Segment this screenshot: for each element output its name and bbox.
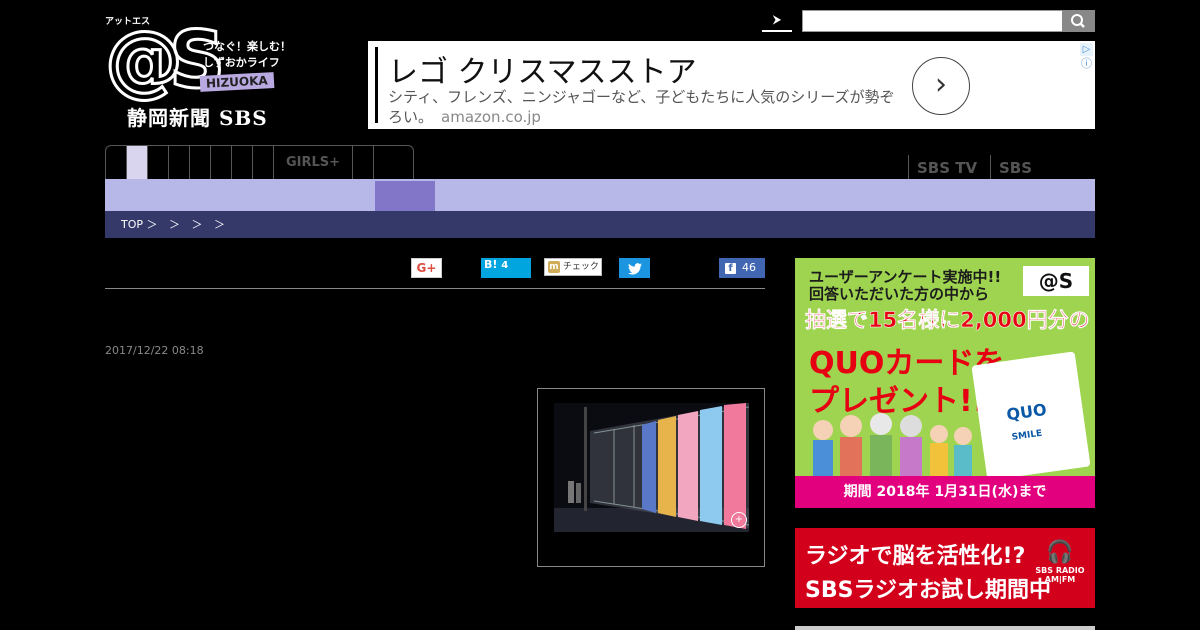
ad-banner[interactable]: レゴ クリスマスストア シティ、フレンズ、ニンジャゴーなど、子どもたちに人気のシ… [368, 41, 1095, 129]
radio-banner[interactable]: ラジオで脳を活性化!? SBSラジオお試し期間中 🎧 SBS RADIO AM|… [795, 528, 1095, 608]
breadcrumb-top[interactable]: TOP ＞ [121, 218, 158, 231]
facebook-count: 46 [742, 261, 756, 274]
photo-illustration [554, 403, 749, 532]
ad-info-icon[interactable]: ⓘ [1080, 57, 1093, 70]
tab-11[interactable] [374, 146, 413, 180]
tab-active[interactable] [127, 146, 148, 180]
breadcrumb-item[interactable]: ＞ [214, 218, 225, 231]
article-photo[interactable] [554, 403, 749, 532]
logo-tagline-1: つなぐ！楽しむ！ [203, 40, 291, 53]
hatena-bookmark-button[interactable]: B! 4 [481, 258, 531, 278]
breadcrumb-item[interactable]: ＞ [192, 218, 203, 231]
ad-domain[interactable]: amazon.co.jp [441, 108, 541, 126]
banner2-line1: ラジオで脳を活性化!? [805, 544, 1026, 569]
ad-description: シティ、フレンズ、ニンジャゴーなど、子どもたちに人気のシリーズが勢ぞろい。 ama… [388, 87, 908, 127]
sbs-radio-link[interactable]: SBS RADIO [990, 155, 1095, 203]
tab-4[interactable] [169, 146, 190, 180]
tab-6[interactable] [211, 146, 232, 180]
quo-card-brand: QUO [1005, 399, 1048, 425]
tab-1[interactable] [106, 146, 127, 180]
people-illustration [813, 413, 972, 478]
twitter-share-button[interactable] [619, 258, 650, 278]
ad-arrow-button[interactable]: › [912, 57, 970, 115]
banner1-footer: 期間 2018年 1月31日(水)まで [795, 476, 1095, 508]
breadcrumb: TOP ＞ ＞ ＞ ＞ [105, 211, 1095, 238]
breadcrumb-item[interactable]: ＞ [169, 218, 180, 231]
tab-8[interactable] [253, 146, 274, 180]
survey-banner[interactable]: ユーザーアンケート実施中!! 回答いただいた方の中から @S 抽選で15名様に2… [795, 258, 1095, 508]
sbs-tv-link[interactable]: SBS TV [908, 155, 989, 179]
twitter-icon [627, 262, 642, 275]
logo-tagline-2: しずおかライフ [203, 56, 280, 69]
logo-region: HIZUOKA [199, 72, 275, 92]
article-date: 2017/12/22 08:18 [105, 344, 204, 357]
quo-card-image: QUO SMILE [971, 351, 1091, 481]
title-divider [105, 288, 765, 289]
tab-10[interactable] [353, 146, 374, 180]
hatena-count: 4 [501, 260, 509, 271]
site-logo[interactable]: アットエス @S つなぐ！楽しむ！ しずおかライフ HIZUOKA 静岡新聞 S… [103, 14, 295, 130]
gplus-share-button[interactable]: G+ [411, 258, 442, 278]
logo-mark: @S [103, 16, 226, 106]
tab-3[interactable] [148, 146, 169, 180]
sub-nav-active-item[interactable] [375, 181, 435, 211]
search-input[interactable] [802, 10, 1064, 32]
mixi-check-button[interactable]: m チェック [544, 258, 602, 276]
banner1-line3: 抽選で15名様に2,000円分の [805, 308, 1090, 333]
tab-7[interactable] [232, 146, 253, 180]
next-box-edge [795, 626, 1095, 630]
mixi-icon: m [548, 260, 560, 273]
hatena-icon: B! [484, 258, 498, 271]
sbs-radio-logo-text: SBS RADIO AM|FM [1035, 566, 1085, 584]
quo-card-sub: SMILE [1011, 428, 1043, 443]
banner1-line2: 回答いただいた方の中から [809, 285, 990, 303]
sbs-radio-logo: 🎧 SBS RADIO AM|FM [1033, 540, 1087, 584]
facebook-share-button[interactable]: f 46 [719, 258, 765, 278]
sub-nav [105, 179, 1095, 211]
tab-5[interactable] [190, 146, 211, 180]
tab-girls[interactable]: GIRLS+ [274, 146, 353, 180]
facebook-icon: f [725, 262, 736, 274]
zoom-icon[interactable]: + [731, 512, 747, 528]
headphones-icon: 🎧 [1046, 540, 1074, 565]
banner2-line2: SBSラジオお試し期間中 [805, 578, 1052, 603]
search-toggle[interactable]: ⮞ [762, 10, 792, 32]
mixi-label: チェック [562, 262, 599, 272]
ad-headline[interactable]: レゴ クリスマスストア [388, 47, 697, 91]
search-button[interactable] [1062, 10, 1095, 32]
ad-choices-icon[interactable]: ▷ [1080, 43, 1093, 56]
logo-publisher: 静岡新聞 SBS [127, 106, 268, 130]
search-icon [1071, 14, 1085, 28]
banner1-logo: @S [1023, 266, 1089, 296]
ad-accent-bar [375, 47, 378, 123]
main-nav-tabs: GIRLS+ [105, 145, 414, 180]
